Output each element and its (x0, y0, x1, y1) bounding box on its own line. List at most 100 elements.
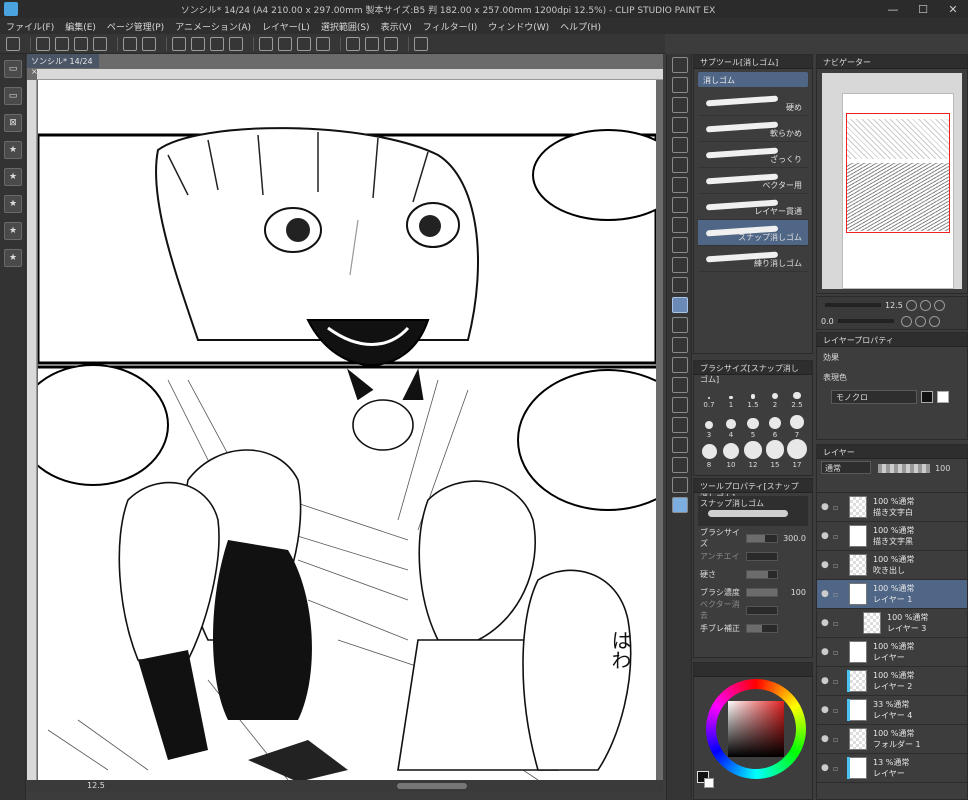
blend-mode-select[interactable]: 通常 (821, 461, 871, 474)
star-icon[interactable]: ★ (4, 195, 22, 213)
layer-row[interactable]: ● ▫ 100 %通常 吹き出し (817, 551, 967, 580)
fill-tool-icon[interactable] (672, 337, 688, 353)
gradient-tool-icon[interactable] (672, 357, 688, 373)
tool-property-row[interactable]: 硬さ (694, 565, 812, 583)
star-icon[interactable]: ★ (4, 141, 22, 159)
subtool-brush[interactable]: ざっくり (698, 142, 808, 168)
zoom-tool-icon[interactable] (672, 57, 688, 73)
expression-color-select[interactable]: モノクロ (831, 390, 917, 404)
close-button[interactable]: ✕ (938, 3, 968, 16)
manga-page[interactable]: はわ (38, 80, 656, 782)
eye-icon[interactable]: ● (821, 763, 833, 773)
menu-layer[interactable]: レイヤー(L) (262, 20, 310, 33)
lock-icon[interactable]: ▫ (833, 503, 845, 512)
lock-icon[interactable]: ▫ (833, 619, 845, 628)
lasso-tool-icon[interactable] (672, 157, 688, 173)
brush-tool-icon[interactable] (672, 237, 688, 253)
menu-file[interactable]: ファイル(F) (6, 20, 54, 33)
layer-row[interactable]: ● ▫ 100 %通常 レイヤー 3 (817, 609, 967, 638)
eye-icon[interactable]: ● (821, 705, 833, 715)
navigator-view[interactable] (822, 73, 962, 289)
subtool-brush[interactable]: 練り消しゴム (698, 246, 808, 272)
subtool-brush[interactable]: ベクター用 (698, 168, 808, 194)
tool-property-row[interactable]: アンチエイ (694, 547, 812, 565)
eye-icon[interactable]: ● (821, 647, 833, 657)
tool-property-slider[interactable] (746, 569, 778, 579)
brush-size-cell[interactable]: 4 (720, 409, 742, 439)
menu-help[interactable]: ヘルプ(H) (560, 20, 601, 33)
subtool-brush[interactable]: 硬め (698, 90, 808, 116)
lock-icon[interactable]: ▫ (833, 677, 845, 686)
lock-icon[interactable]: ▫ (833, 764, 845, 773)
brush-size-cell[interactable]: 3 (698, 409, 720, 439)
mono-white-swatch[interactable] (937, 391, 949, 403)
select-layer-icon[interactable] (259, 36, 273, 51)
menu-edit[interactable]: 編集(E) (65, 20, 96, 33)
eye-icon[interactable]: ● (821, 502, 833, 512)
save-icon[interactable] (74, 36, 88, 51)
subtool-brush[interactable]: 軟らかめ (698, 116, 808, 142)
layer-row[interactable]: ● ▫ 100 %通常 フォルダー 1 (817, 725, 967, 754)
move-tool-icon[interactable] (672, 77, 688, 93)
lock-icon[interactable]: ▫ (833, 532, 845, 541)
eye-icon[interactable]: ● (821, 560, 833, 570)
clip-studio-icon[interactable] (6, 36, 20, 51)
move-layer-tool-icon[interactable] (672, 117, 688, 133)
tool-property-value[interactable]: 300.0 (778, 534, 806, 543)
eye-icon[interactable]: ● (821, 734, 833, 744)
navigator-zoom[interactable]: 12.5 (885, 301, 903, 310)
brush-size-cell[interactable]: 7 (786, 409, 808, 439)
layer-row[interactable]: ● ▫ 100 %通常 レイヤー (817, 638, 967, 667)
star-icon[interactable]: ★ (4, 168, 22, 186)
brush-size-cell[interactable]: 6 (764, 409, 786, 439)
redo-icon[interactable] (142, 36, 156, 51)
brush-size-cell[interactable]: 0.7 (698, 379, 720, 409)
check-icon[interactable] (346, 36, 360, 51)
minimize-button[interactable]: — (878, 3, 908, 16)
dock-item-icon[interactable]: ▭ (4, 60, 22, 78)
brush-size-cell[interactable]: 2 (764, 379, 786, 409)
eye-icon[interactable]: ● (821, 618, 833, 628)
export-icon[interactable] (93, 36, 107, 51)
menu-animation[interactable]: アニメーション(A) (175, 20, 251, 33)
new-file-icon[interactable] (36, 36, 50, 51)
navigator-angle[interactable]: 0.0 (821, 317, 834, 326)
subtool-brush[interactable]: レイヤー貫通 (698, 194, 808, 220)
balloon-tool-icon[interactable] (672, 457, 688, 473)
frame-tool-icon[interactable] (672, 397, 688, 413)
tool-property-value[interactable]: 100 (778, 588, 806, 597)
brush-size-cell[interactable]: 15 (764, 439, 786, 469)
brush-size-cell[interactable]: 5 (742, 409, 764, 439)
dock-item-icon[interactable]: ▭ (4, 87, 22, 105)
clear-icon[interactable] (172, 36, 186, 51)
sub-color-swatch[interactable] (704, 778, 714, 788)
document-tab[interactable]: ソンシル* 14/24 × (27, 54, 99, 76)
rotate-left-icon[interactable] (900, 315, 912, 327)
brush-size-cell[interactable]: 10 (720, 439, 742, 469)
opacity-value[interactable]: 100 (935, 464, 950, 473)
eyedropper-tool-icon[interactable] (672, 177, 688, 193)
tool-property-slider[interactable] (746, 623, 778, 633)
brush-size-cell[interactable]: 12 (742, 439, 764, 469)
figure-tool-icon[interactable] (672, 377, 688, 393)
menu-window[interactable]: ウィンドウ(W) (488, 20, 549, 33)
decoration-tool-icon[interactable] (672, 277, 688, 293)
layer-row[interactable]: ● ▫ 13 %通常 レイヤー (817, 754, 967, 783)
fit-icon[interactable] (933, 299, 945, 311)
brush-size-cell[interactable]: 17 (786, 439, 808, 469)
horizontal-scrollbar[interactable]: 12.5 (27, 780, 663, 792)
subtool-group[interactable]: 消しゴム (698, 72, 808, 87)
star-icon[interactable]: ★ (4, 222, 22, 240)
reset-rotate-icon[interactable] (928, 315, 940, 327)
lock-icon[interactable]: ▫ (833, 735, 845, 744)
material-icon[interactable]: ⊠ (4, 114, 22, 132)
deselect-icon[interactable] (278, 36, 292, 51)
tool-property-row[interactable]: ベクター消去 (694, 600, 812, 620)
blend-tool-icon[interactable] (672, 317, 688, 333)
undo-icon[interactable] (123, 36, 137, 51)
lock-icon[interactable]: ▫ (833, 590, 845, 599)
layer-row[interactable]: ● ▫ 100 %通常 レイヤー 1 (817, 580, 967, 609)
eye-icon[interactable]: ● (821, 531, 833, 541)
pen-tool-icon[interactable] (672, 197, 688, 213)
brush-size-cell[interactable]: 1.5 (742, 379, 764, 409)
